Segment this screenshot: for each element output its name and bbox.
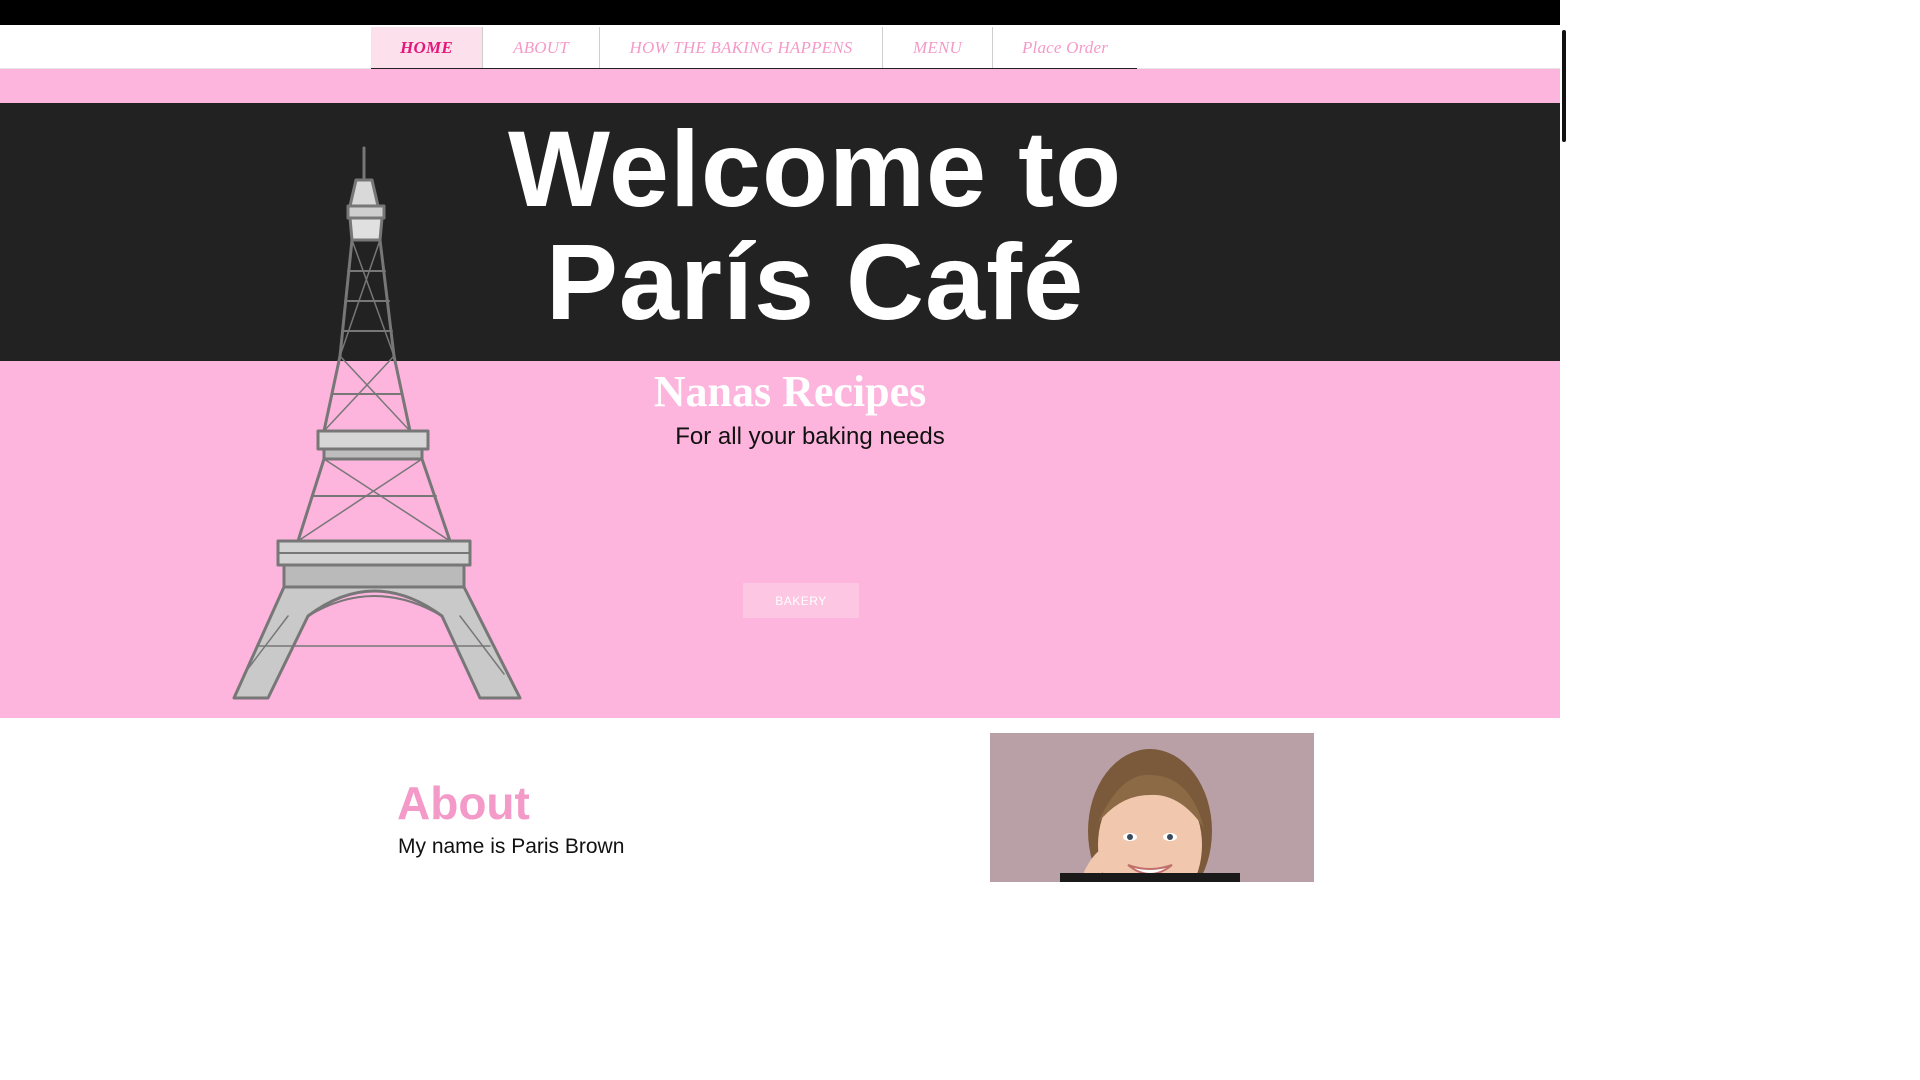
about-text: My name is Paris Brown [398, 835, 625, 858]
hero-title-line-1: Welcome to [507, 108, 1123, 229]
nav-item-place-order[interactable]: Place Order [993, 27, 1137, 68]
nav-item-about[interactable]: ABOUT [483, 27, 600, 68]
nav-item-home[interactable]: HOME [371, 27, 483, 68]
about-title: About [397, 777, 530, 829]
bakery-button[interactable]: BAKERY [743, 583, 859, 618]
hero-subtitle: Nanas Recipes [653, 367, 927, 416]
hero-title: Welcome to París Café [440, 112, 1190, 338]
hero-title-line-2: París Café [545, 221, 1085, 342]
browser-top-strip [0, 0, 1568, 25]
scrollbar-thumb[interactable] [1562, 30, 1566, 142]
nav-item-how-the-baking-happens[interactable]: HOW THE BAKING HAPPENS [600, 27, 883, 68]
nav-item-menu[interactable]: MENU [883, 27, 993, 68]
profile-photo [990, 733, 1314, 882]
eiffel-tower-illustration [232, 146, 522, 700]
main-navigation: HOME ABOUT HOW THE BAKING HAPPENS MENU P… [371, 27, 1137, 72]
profile-photo-illustration [990, 733, 1314, 882]
hero-tagline: For all your baking needs [675, 423, 945, 450]
pink-band [0, 69, 1560, 103]
